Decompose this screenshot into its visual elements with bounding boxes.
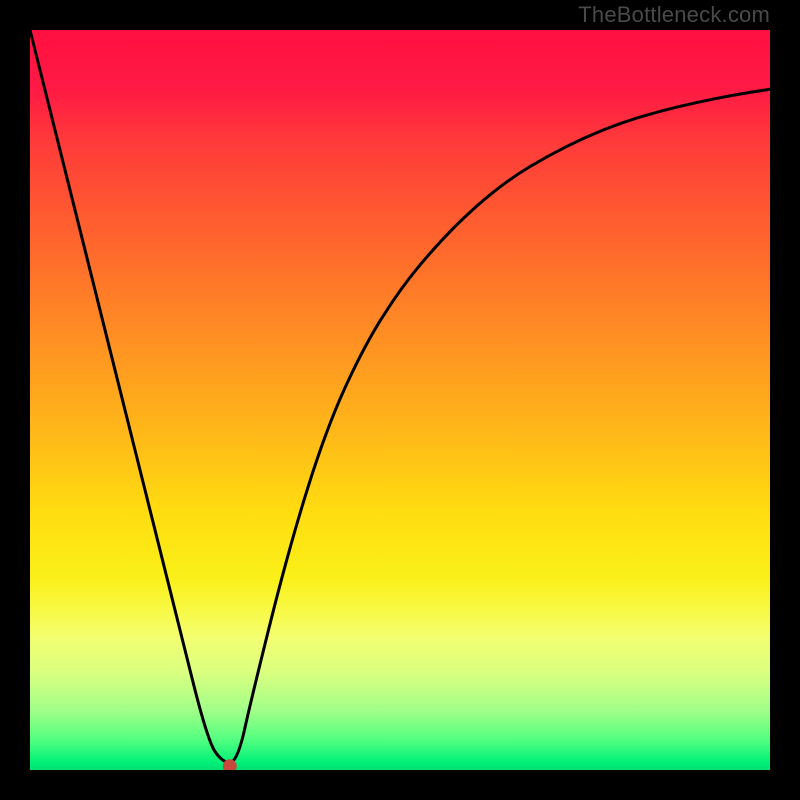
curve-svg xyxy=(30,30,770,770)
bottleneck-curve xyxy=(30,30,770,763)
plot-area xyxy=(30,30,770,770)
chart-frame: TheBottleneck.com xyxy=(0,0,800,800)
watermark-text: TheBottleneck.com xyxy=(578,2,770,28)
